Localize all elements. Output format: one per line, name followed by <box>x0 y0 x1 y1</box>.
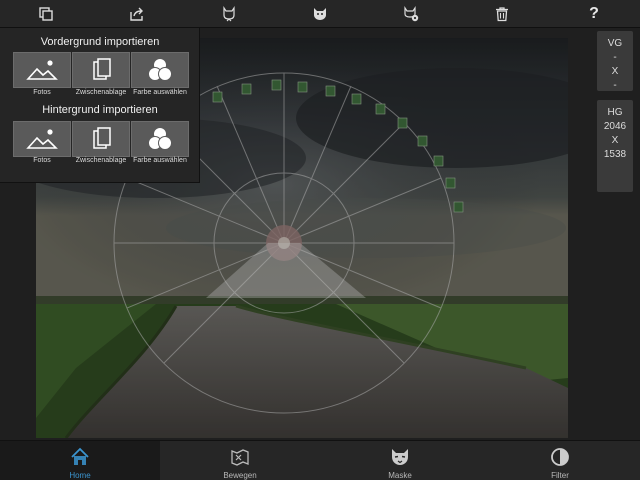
share-button[interactable] <box>125 4 149 24</box>
copy-layers-button[interactable] <box>34 4 58 24</box>
tab-mask-label: Maske <box>388 471 412 480</box>
top-toolbar: ? <box>0 0 640 28</box>
trash-button[interactable] <box>490 4 514 24</box>
tab-mask[interactable]: Maske <box>320 441 480 480</box>
foreground-photos-label: Fotos <box>33 89 51 96</box>
background-color-label: Farbe auswählen <box>133 157 187 164</box>
foreground-import-title: Vordergrund importieren <box>40 36 160 48</box>
background-photos-button[interactable] <box>13 121 71 157</box>
background-clipboard-label: Zwischenablage <box>75 157 127 164</box>
foreground-label: VG <box>607 38 623 49</box>
cat-settings-icon <box>404 6 419 22</box>
cat-mask-button[interactable] <box>308 4 332 24</box>
tab-home-label: Home <box>69 471 91 480</box>
foreground-color-label: Farbe auswählen <box>133 89 187 96</box>
color-picker-icon <box>148 58 172 81</box>
background-import-title: Hintergrund importieren <box>42 104 158 116</box>
import-panel: Vordergrund importieren Fotos Zwischenab… <box>0 28 200 183</box>
background-info[interactable]: HG 2046 X 1538 <box>597 100 633 192</box>
bottom-tab-bar: Home Bewegen Maske Filter <box>0 440 640 480</box>
background-label: HG <box>607 107 623 118</box>
foreground-height: - <box>613 80 617 91</box>
foreground-width: - <box>613 52 617 63</box>
foreground-clipboard-label: Zwischenablage <box>75 89 127 96</box>
background-photos-label: Fotos <box>33 157 51 164</box>
cat-settings-button[interactable] <box>399 4 423 24</box>
move-icon <box>231 449 249 466</box>
mask-icon <box>392 449 408 465</box>
tab-move-label: Bewegen <box>223 471 257 480</box>
clipboard-icon <box>93 58 111 80</box>
share-icon <box>130 7 143 21</box>
trash-icon <box>496 7 508 22</box>
background-clipboard-button[interactable] <box>72 121 130 157</box>
help-icon: ? <box>589 5 599 22</box>
color-picker-icon <box>148 127 172 150</box>
foreground-info[interactable]: VG - X - <box>597 31 633 91</box>
photos-icon <box>26 129 58 149</box>
foreground-color-button[interactable] <box>131 52 189 88</box>
foreground-photos-button[interactable] <box>13 52 71 88</box>
background-color-button[interactable] <box>131 121 189 157</box>
save-cat-button[interactable] <box>217 4 241 24</box>
tab-filter[interactable]: Filter <box>480 441 640 480</box>
tab-home[interactable]: Home <box>0 441 160 480</box>
foreground-times: X <box>611 66 619 77</box>
cat-mask-icon <box>314 8 326 20</box>
layer-info-panel: VG - X - HG 2046 X 1538 <box>590 28 640 440</box>
copy-layers-icon <box>39 7 53 21</box>
save-cat-icon <box>223 6 235 22</box>
background-height: 1538 <box>603 149 627 160</box>
tab-filter-label: Filter <box>551 471 569 480</box>
background-times: X <box>611 135 619 146</box>
clipboard-icon <box>93 127 111 149</box>
foreground-clipboard-button[interactable] <box>72 52 130 88</box>
filter-icon <box>551 448 569 466</box>
help-button[interactable]: ? <box>582 4 606 24</box>
photos-icon <box>26 60 58 80</box>
tab-move[interactable]: Bewegen <box>160 441 320 480</box>
background-width: 2046 <box>603 121 627 132</box>
home-icon <box>71 447 89 465</box>
